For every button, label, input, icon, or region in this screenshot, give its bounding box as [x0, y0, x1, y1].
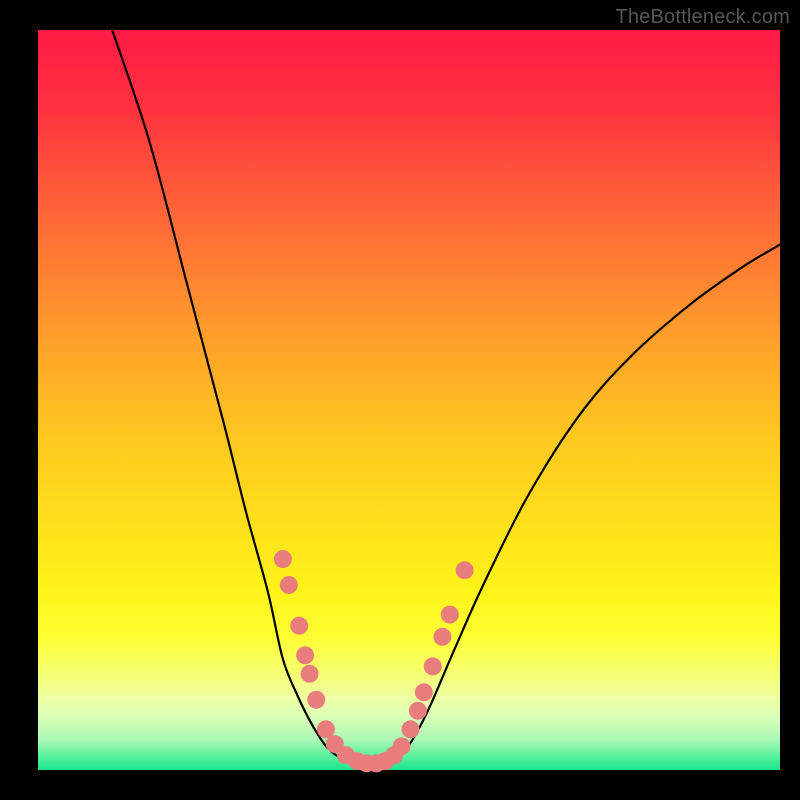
data-dot [409, 702, 427, 720]
data-dot [274, 550, 292, 568]
data-dot [290, 617, 308, 635]
bottleneck-chart [0, 0, 800, 800]
data-dot [424, 657, 442, 675]
data-dot [441, 606, 459, 624]
chart-stage: TheBottleneck.com [0, 0, 800, 800]
data-dot [307, 691, 325, 709]
data-dot [401, 720, 419, 738]
data-dot [456, 561, 474, 579]
data-dot [415, 683, 433, 701]
data-dot [280, 576, 298, 594]
data-dot [433, 628, 451, 646]
data-dot [296, 646, 314, 664]
data-dot [301, 665, 319, 683]
data-dot [393, 737, 411, 755]
